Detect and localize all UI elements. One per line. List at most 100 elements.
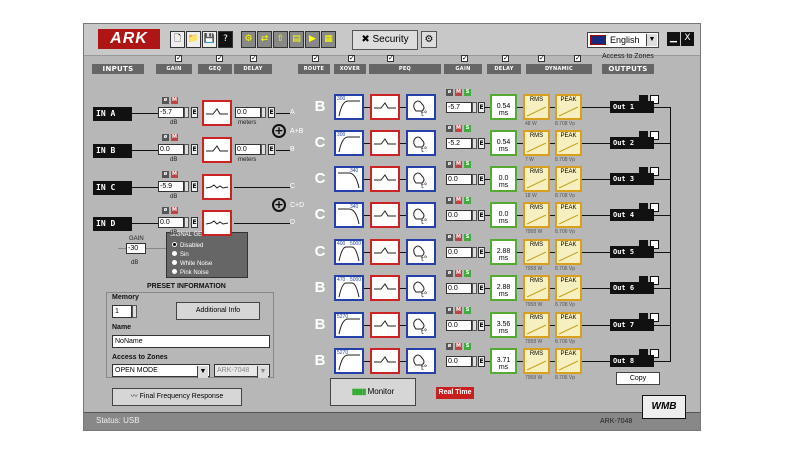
delay-checkbox[interactable]: ✓ (250, 55, 257, 62)
rms-limiter-block[interactable]: RMS (523, 275, 550, 301)
mute-button[interactable]: M (455, 343, 462, 350)
memory-stepper[interactable] (132, 305, 137, 318)
device-select[interactable]: ARK-7048 ▼ (214, 364, 270, 378)
output-gain-stepper[interactable] (472, 102, 477, 113)
access-zones-checkbox[interactable]: ✓ (574, 55, 581, 62)
peak-limiter-block[interactable]: PEAK (555, 348, 582, 374)
input-delay-field[interactable]: 0.0 (235, 107, 261, 118)
output-delay-block[interactable]: 2.88 ms (490, 239, 517, 265)
solo-button[interactable]: S (464, 89, 471, 96)
output-delay-block[interactable]: 3.71 ms (490, 348, 517, 374)
peq-block[interactable] (370, 239, 400, 265)
phase-button[interactable]: ø (162, 134, 169, 141)
output-delay-block[interactable]: 2.88 ms (490, 275, 517, 301)
save-icon[interactable]: 💾 (202, 31, 217, 48)
rms-limiter-block[interactable]: RMS (523, 166, 550, 192)
geq-checkbox[interactable]: ✓ (216, 55, 223, 62)
geq-block[interactable] (202, 174, 232, 200)
solo-button[interactable]: S (464, 270, 471, 277)
output-delay-block[interactable]: 3.56 ms (490, 312, 517, 338)
input-gain-field[interactable]: -5.7 (158, 107, 184, 118)
phase-button[interactable]: ø (446, 234, 453, 241)
mute-button[interactable]: M (455, 125, 462, 132)
mute-button[interactable]: M (455, 89, 462, 96)
peak-limiter-block[interactable]: PEAK (555, 130, 582, 156)
solo-button[interactable]: S (464, 307, 471, 314)
tool-wrench-icon[interactable]: ⚙ (241, 31, 256, 48)
open-folder-icon[interactable]: 📁 (186, 31, 201, 48)
output-gain-field[interactable]: 0.0 (446, 247, 472, 258)
input-gain-stepper[interactable] (184, 144, 189, 155)
xover-block[interactable]: 5270 (334, 312, 364, 338)
mute-button[interactable]: M (455, 161, 462, 168)
xover-block[interactable]: 340 (334, 166, 364, 192)
eq-bypass-button[interactable]: E (191, 144, 198, 155)
phase-button[interactable]: ø (446, 270, 453, 277)
close-button[interactable]: X (681, 32, 694, 46)
name-field[interactable]: NoName (112, 335, 270, 348)
output-delay-block[interactable]: 0.0 ms (490, 202, 517, 228)
eq-bypass-button[interactable]: E (478, 283, 485, 294)
route-selector[interactable]: B (312, 279, 328, 296)
xover-block[interactable]: 5270 (334, 348, 364, 374)
route-selector[interactable]: B (312, 98, 328, 115)
input-delay-stepper[interactable] (261, 107, 266, 118)
peak-limiter-block[interactable]: PEAK (555, 275, 582, 301)
mute-button[interactable]: M (171, 171, 178, 178)
route-selector[interactable]: C (312, 206, 328, 223)
mute-button[interactable]: M (455, 234, 462, 241)
output-gain-field[interactable]: -5.2 (446, 138, 472, 149)
mute-button[interactable]: M (455, 197, 462, 204)
limiter-block[interactable]: t° (406, 348, 436, 374)
gen-option-disabled[interactable]: Disabled (172, 242, 232, 249)
output-gain-stepper[interactable] (472, 174, 477, 185)
memory-field[interactable]: 1 (112, 305, 132, 318)
input-gain-field[interactable]: 0.0 (158, 217, 184, 228)
gen-option-pink-noise[interactable]: Pink Noise (172, 269, 232, 276)
mute-button[interactable]: M (171, 207, 178, 214)
geq-block[interactable] (202, 137, 232, 163)
route-selector[interactable]: C (312, 243, 328, 260)
peq-block[interactable] (370, 312, 400, 338)
input-delay-stepper[interactable] (261, 144, 266, 155)
output-delay-block[interactable]: 0.54 ms (490, 130, 517, 156)
eq-bypass-button[interactable]: E (478, 102, 485, 113)
peq-block[interactable] (370, 202, 400, 228)
phase-button[interactable]: ø (162, 171, 169, 178)
peq-checkbox[interactable]: ✓ (387, 55, 394, 62)
eq-bypass-button[interactable]: E (478, 320, 485, 331)
output-gain-field[interactable]: 0.0 (446, 320, 472, 331)
eq-bypass-button[interactable]: E (478, 210, 485, 221)
output-gain-field[interactable]: 0.0 (446, 356, 472, 367)
rms-limiter-block[interactable]: RMS (523, 312, 550, 338)
eq-bypass-button[interactable]: E (478, 356, 485, 367)
input-gain-field[interactable]: -5.9 (158, 181, 184, 192)
limiter-block[interactable]: t° (406, 312, 436, 338)
tool-mem-icon[interactable]: ▤ (289, 31, 304, 48)
mute-button[interactable]: M (171, 97, 178, 104)
security-config-icon[interactable]: ⚙ (421, 31, 437, 48)
limiter-block[interactable]: t° (406, 130, 436, 156)
gen-gain-field[interactable]: -30 (126, 243, 146, 254)
dynamic-checkbox[interactable]: ✓ (538, 55, 545, 62)
mute-button[interactable]: M (455, 307, 462, 314)
mute-button[interactable]: M (171, 134, 178, 141)
eq-bypass-button[interactable]: E (191, 107, 198, 118)
rms-limiter-block[interactable]: RMS (523, 239, 550, 265)
gen-option-white-noise[interactable]: White Noise (172, 260, 232, 267)
output-gain-stepper[interactable] (472, 356, 477, 367)
limiter-block[interactable]: t° (406, 202, 436, 228)
new-file-icon[interactable]: 🗋 (170, 31, 185, 48)
solo-button[interactable]: S (464, 161, 471, 168)
solo-button[interactable]: S (464, 125, 471, 132)
limiter-block[interactable]: t° (406, 166, 436, 192)
limiter-block[interactable]: t° (406, 94, 436, 120)
input-gain-field[interactable]: 0.0 (158, 144, 184, 155)
xover-block[interactable]: 400 5000 (334, 239, 364, 265)
output-gain-stepper[interactable] (472, 138, 477, 149)
input-delay-field[interactable]: 0.0 (235, 144, 261, 155)
output-gain-field[interactable]: 0.0 (446, 283, 472, 294)
eq-bypass-button[interactable]: E (478, 247, 485, 258)
route-selector[interactable]: B (312, 316, 328, 333)
tool-play-icon[interactable]: ▶ (305, 31, 320, 48)
